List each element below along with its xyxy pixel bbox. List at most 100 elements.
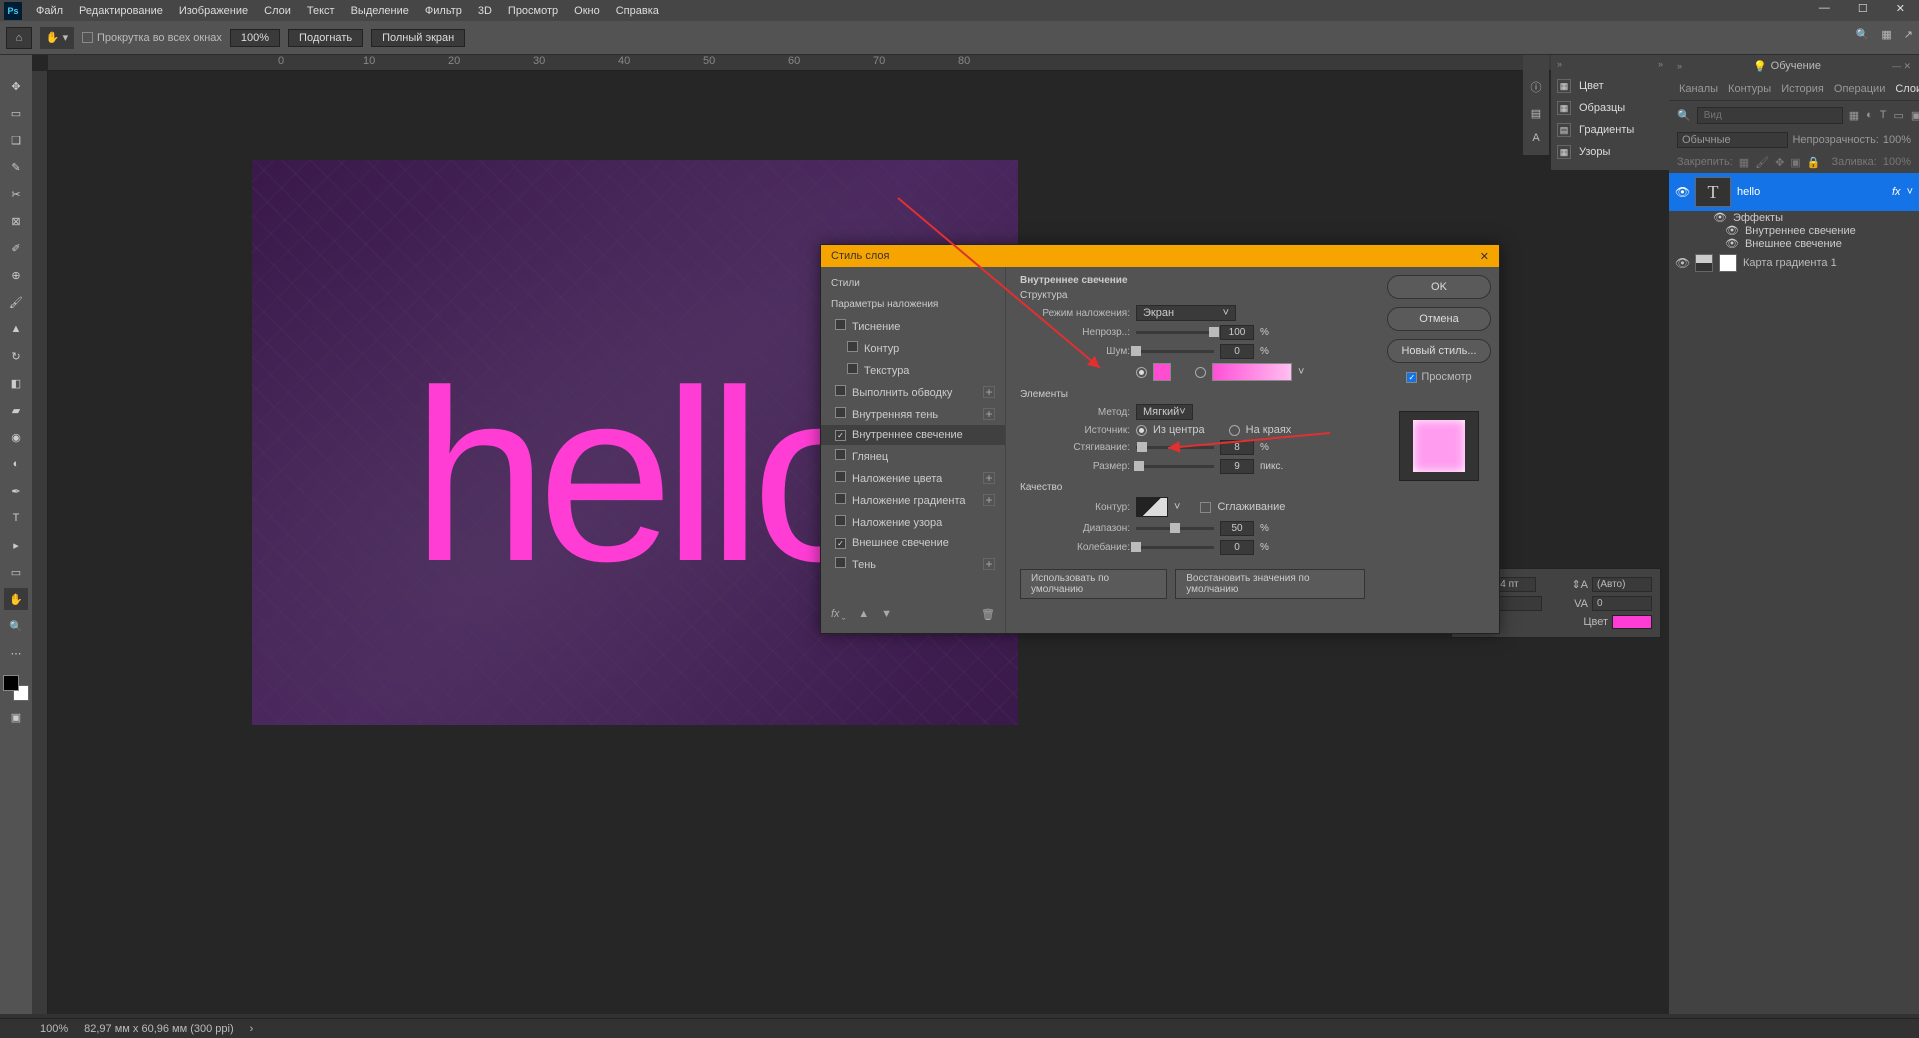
mini-panel-swatches[interactable]: ▦Образцы: [1551, 97, 1669, 119]
aa-checkbox[interactable]: [1200, 502, 1211, 513]
fullscreen-button[interactable]: Полный экран: [371, 29, 465, 47]
method-select[interactable]: Мягкий˅: [1136, 404, 1193, 420]
size-slider[interactable]: [1136, 465, 1214, 468]
range-slider[interactable]: [1136, 527, 1214, 530]
cancel-button[interactable]: Отмена: [1387, 307, 1491, 331]
heal-tool[interactable]: ⊕: [4, 264, 28, 286]
filter-smart-icon[interactable]: ▣: [1911, 109, 1919, 122]
menu-help[interactable]: Справка: [608, 5, 667, 17]
eraser-tool[interactable]: ◧: [4, 372, 28, 394]
jitter-slider[interactable]: [1136, 546, 1214, 549]
quick-select-tool[interactable]: ✎: [4, 156, 28, 178]
layer-effects-header[interactable]: 👁Эффекты: [1669, 211, 1919, 224]
contour-picker[interactable]: [1136, 497, 1168, 517]
style-contour[interactable]: Контур: [821, 337, 1005, 359]
menu-window[interactable]: Окно: [566, 5, 608, 17]
preview-checkbox[interactable]: Просмотр: [1406, 371, 1471, 383]
status-zoom[interactable]: 100%: [40, 1023, 68, 1035]
shape-tool[interactable]: ▭: [4, 561, 28, 583]
menu-select[interactable]: Выделение: [343, 5, 417, 17]
layer-hello[interactable]: 👁 T hello fx ˅: [1669, 173, 1919, 211]
menu-edit[interactable]: Редактирование: [71, 5, 171, 17]
history-brush-tool[interactable]: ↻: [4, 345, 28, 367]
opacity-slider[interactable]: [1136, 331, 1214, 334]
char-icon[interactable]: A: [1523, 120, 1549, 144]
foreground-background-colors[interactable]: [3, 675, 29, 701]
visibility-icon[interactable]: 👁: [1675, 256, 1689, 270]
stamp-tool[interactable]: ▲: [4, 318, 28, 340]
category-blending[interactable]: Параметры наложения: [821, 294, 1005, 315]
layer-name[interactable]: Карта градиента 1: [1743, 257, 1837, 269]
dialog-close-icon[interactable]: ✕: [1480, 250, 1489, 263]
scroll-all-checkbox[interactable]: Прокрутка во всех окнах: [82, 32, 222, 44]
expand-icon[interactable]: ˅: [1907, 186, 1913, 198]
fill-value[interactable]: 100%: [1883, 156, 1911, 168]
tab-actions[interactable]: Операции: [1834, 83, 1885, 95]
frame-tool[interactable]: ⊠: [4, 210, 28, 232]
brush-tool[interactable]: 🖌: [4, 291, 28, 313]
filter-shape-icon[interactable]: ▭: [1894, 109, 1904, 122]
lasso-tool[interactable]: ❑: [4, 129, 28, 151]
blend-mode-select[interactable]: Экран˅: [1136, 305, 1236, 321]
lock-artboard-icon[interactable]: ▣: [1790, 156, 1800, 169]
kerning-input[interactable]: 0: [1592, 596, 1652, 611]
style-pattern-overlay[interactable]: Наложение узора: [821, 511, 1005, 533]
dialog-titlebar[interactable]: Стиль слоя ✕: [821, 245, 1499, 267]
style-stroke[interactable]: Выполнить обводку+: [821, 381, 1005, 403]
menu-3d[interactable]: 3D: [470, 5, 500, 17]
learn-tab[interactable]: 💡 Обучение: [1753, 60, 1821, 73]
menu-text[interactable]: Текст: [299, 5, 343, 17]
blur-tool[interactable]: ◉: [4, 426, 28, 448]
style-inner-shadow[interactable]: Внутренняя тень+: [821, 403, 1005, 425]
minimize-icon[interactable]: —: [1811, 2, 1838, 15]
status-doc-info[interactable]: 82,97 мм x 60,96 мм (300 ppi): [84, 1023, 234, 1035]
opacity-value[interactable]: 100%: [1883, 134, 1911, 146]
menu-filter[interactable]: Фильтр: [417, 5, 470, 17]
eyedropper-tool[interactable]: ✐: [4, 237, 28, 259]
layer-name[interactable]: hello: [1737, 186, 1760, 198]
mini-panel-gradients[interactable]: ▤Градиенты: [1551, 119, 1669, 141]
ok-button[interactable]: OK: [1387, 275, 1491, 299]
jitter-input[interactable]: 0: [1220, 540, 1254, 555]
menu-layers[interactable]: Слои: [256, 5, 299, 17]
menu-view[interactable]: Просмотр: [500, 5, 566, 17]
style-drop-shadow[interactable]: Тень+: [821, 553, 1005, 575]
menu-file[interactable]: Файл: [28, 5, 71, 17]
search-icon[interactable]: 🔍: [1856, 28, 1870, 41]
layer-effect-inner-glow[interactable]: 👁Внутреннее свечение: [1669, 224, 1919, 237]
layer-effect-outer-glow[interactable]: 👁Внешнее свечение: [1669, 237, 1919, 250]
lock-move-icon[interactable]: ✥: [1775, 156, 1784, 169]
style-satin[interactable]: Глянец: [821, 445, 1005, 467]
maximize-icon[interactable]: ☐: [1850, 2, 1876, 15]
tab-channels[interactable]: Каналы: [1679, 83, 1718, 95]
mini-panel-color[interactable]: ▦Цвет: [1551, 75, 1669, 97]
fx-badge[interactable]: fx: [1892, 186, 1901, 198]
reset-defaults-button[interactable]: Восстановить значения по умолчанию: [1175, 569, 1365, 599]
trash-icon[interactable]: 🗑: [981, 608, 995, 621]
tab-history[interactable]: История: [1781, 83, 1824, 95]
more-tools[interactable]: ⋯: [4, 642, 28, 664]
category-styles[interactable]: Стили: [821, 273, 1005, 294]
zoom-tool[interactable]: 🔍: [4, 615, 28, 637]
noise-input[interactable]: 0: [1220, 344, 1254, 359]
blend-mode-select[interactable]: Обычные: [1677, 132, 1788, 148]
layer-filter-input[interactable]: [1697, 107, 1843, 124]
style-color-overlay[interactable]: Наложение цвета+: [821, 467, 1005, 489]
lock-brush-icon[interactable]: 🖌: [1755, 156, 1769, 169]
share-icon[interactable]: ↗: [1904, 28, 1913, 41]
hand-tool[interactable]: ✋: [4, 588, 28, 610]
range-input[interactable]: 50: [1220, 521, 1254, 536]
filter-pixel-icon[interactable]: ▦: [1849, 109, 1859, 122]
nav-icon[interactable]: ▤: [1523, 95, 1549, 120]
marquee-tool[interactable]: ▭: [4, 102, 28, 124]
style-gradient-overlay[interactable]: Наложение градиента+: [821, 489, 1005, 511]
choke-input[interactable]: 8: [1220, 440, 1254, 455]
opacity-input[interactable]: 100: [1220, 325, 1254, 340]
path-select-tool[interactable]: ▸: [4, 534, 28, 556]
style-texture[interactable]: Текстура: [821, 359, 1005, 381]
style-bevel[interactable]: Тиснение: [821, 315, 1005, 337]
use-defaults-button[interactable]: Использовать по умолчанию: [1020, 569, 1167, 599]
move-tool[interactable]: ✥: [4, 75, 28, 97]
arrow-up-icon[interactable]: ▲: [858, 608, 869, 621]
leading-input[interactable]: (Авто): [1592, 577, 1652, 592]
